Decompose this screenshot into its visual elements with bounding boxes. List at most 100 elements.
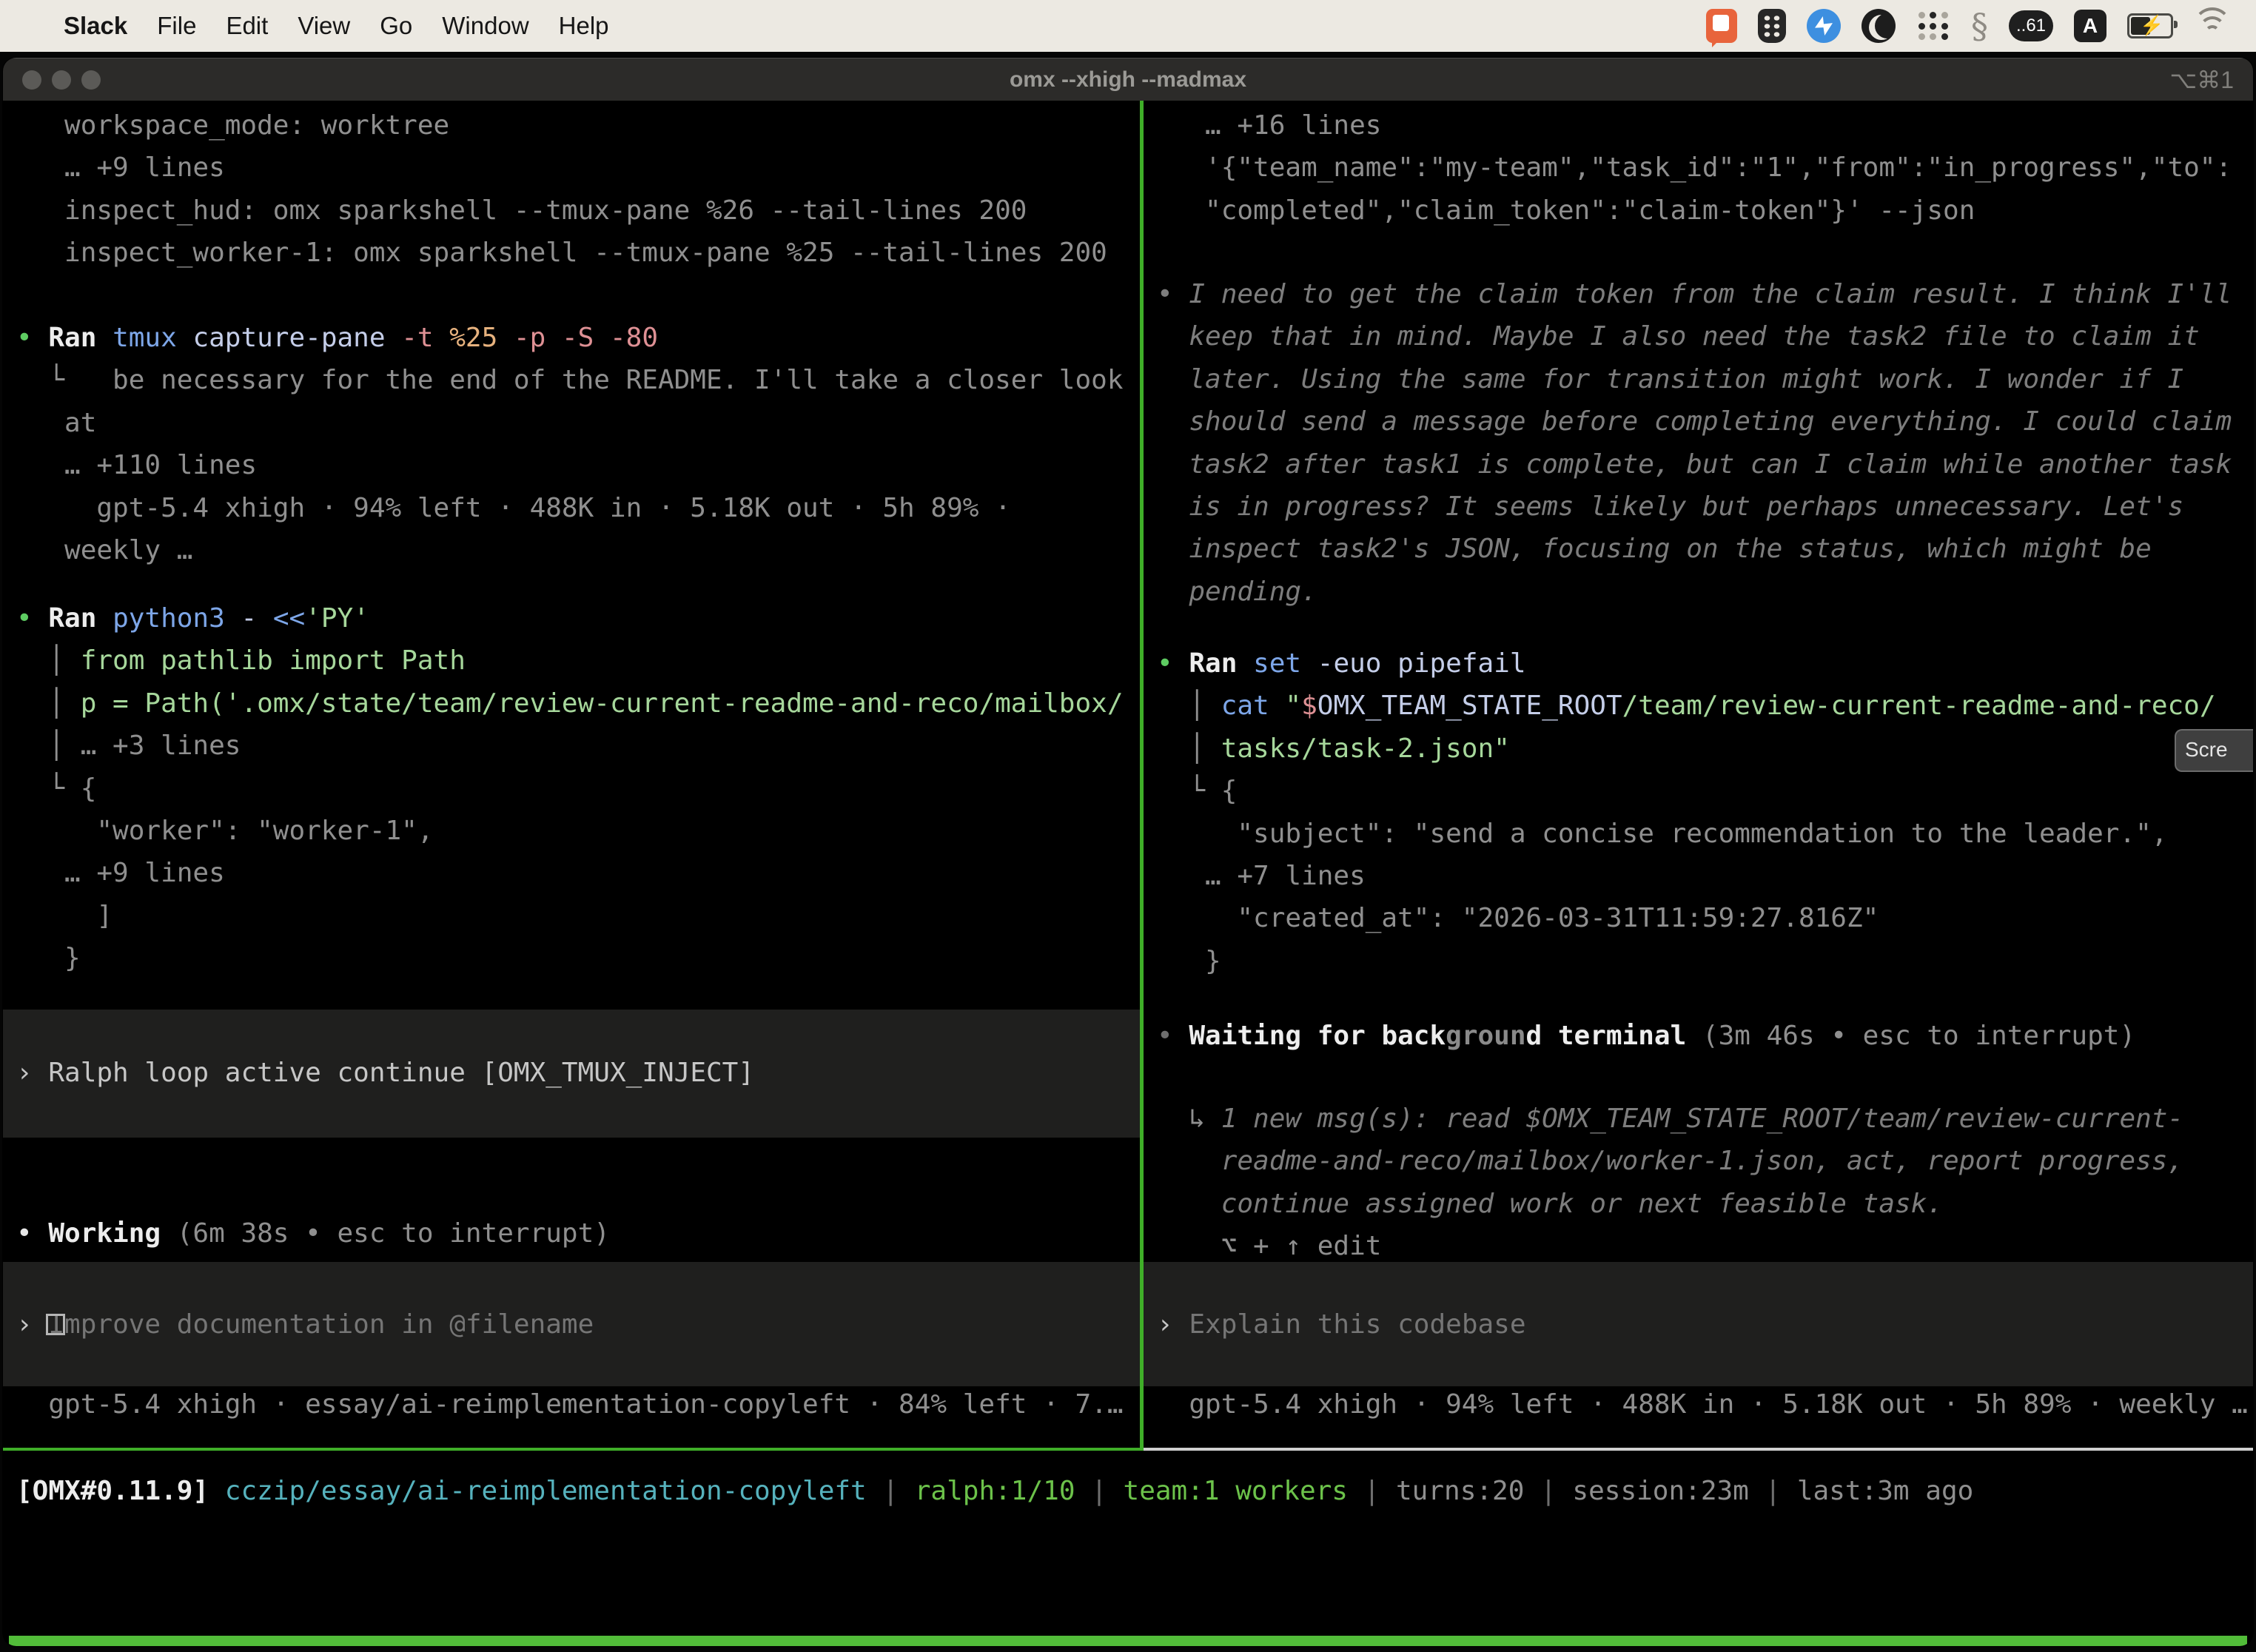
terminal-text-segment: inspect_hud: omx sparkshell --tmux-pane …: [16, 195, 1027, 226]
terminal-line: gpt-5.4 xhigh · 94% left · 488K in · 5.1…: [16, 487, 1140, 529]
right-prompt-input[interactable]: › Explain this codebase: [1144, 1303, 2253, 1346]
terminal-text-segment: I need to get the claim token from the c…: [1189, 279, 2232, 309]
menu-item-file[interactable]: File: [142, 12, 211, 40]
terminal-text-segment: Waiting for back: [1189, 1021, 1446, 1051]
terminal-text-segment: Working: [48, 1218, 176, 1249]
terminal-text-segment: turns:20: [1396, 1476, 1524, 1506]
terminal-line: [OMX#0.11.9] cczip/essay/ai-reimplementa…: [16, 1470, 2253, 1512]
terminal-text-segment: at: [16, 408, 96, 438]
menu-item-view[interactable]: View: [283, 12, 365, 40]
terminal-text-segment: ": [1285, 691, 1301, 721]
terminal-line: › Ralph loop active continue [OMX_TMUX_I…: [16, 1052, 1140, 1094]
terminal-text-segment: -: [241, 603, 272, 634]
terminal-text-segment: should send a message before completing …: [1157, 406, 2232, 437]
usage-badge-icon[interactable]: ..61: [2009, 9, 2053, 43]
terminal-line: is in progress? It seems likely but perh…: [1157, 486, 2253, 528]
terminal-text-segment: ›: [16, 1058, 48, 1088]
terminal-text-segment: "subject": "send a concise recommendatio…: [1157, 819, 2167, 849]
window-shortcut-hint: ⌥⌘1: [2169, 66, 2234, 94]
terminal-text-segment: /team/review-current-readme-and-reco/: [1622, 691, 2216, 721]
dots-grid-icon[interactable]: [1916, 9, 1950, 43]
menu-item-go[interactable]: Go: [365, 12, 427, 40]
tmux-status-bar: [omx-cczip0:bash* "MacBook-Pro-44.local"…: [9, 1636, 2247, 1646]
terminal-line: }: [1157, 940, 2253, 982]
terminal-text-segment: <<: [273, 603, 305, 634]
right-terminal-pane[interactable]: … +16 lines '{"team_name":"my-team","tas…: [1144, 101, 2253, 1448]
menu-item-edit[interactable]: Edit: [211, 12, 283, 40]
terminal-line: gpt-5.4 xhigh · essay/ai-reimplementatio…: [16, 1383, 1140, 1426]
wifi-icon[interactable]: [2194, 9, 2231, 43]
terminal-text-segment: ›: [1157, 1309, 1189, 1340]
config-dump-block: workspace_mode: worktree … +9 lines insp…: [3, 104, 1140, 275]
messenger-icon[interactable]: [1807, 9, 1841, 43]
terminal-text-segment: Ran: [48, 603, 113, 634]
terminal-text-segment: from pathlib import Path: [81, 645, 466, 676]
terminal-line: │ … +3 lines: [16, 725, 1140, 767]
terminal-line: inspect_worker-1: omx sparkshell --tmux-…: [16, 232, 1140, 274]
moon-focus-icon[interactable]: [1861, 9, 1896, 43]
kraken-icon[interactable]: §: [1971, 9, 1988, 43]
terminal-text-segment: session:23m: [1572, 1476, 1748, 1506]
screen-record-status-icon[interactable]: [1706, 9, 1737, 43]
terminal-line: later. Using the same for transition mig…: [1157, 358, 2253, 400]
terminal-text-segment: I: [48, 1309, 64, 1340]
terminal-line: • Ran python3 - <<'PY': [16, 597, 1140, 639]
terminal-line: … +110 lines: [16, 444, 1140, 486]
terminal-line: "completed","claim_token":"claim-token"}…: [1157, 189, 2253, 232]
cat-task-json-block: • Ran set -euo pipefail │ cat "$OMX_TEAM…: [1144, 642, 2253, 982]
terminal-text-segment: └ {: [1157, 776, 1237, 806]
window-title: omx --xhigh --madmax: [3, 67, 2253, 93]
window-titlebar[interactable]: omx --xhigh --madmax ⌥⌘1: [3, 58, 2253, 101]
terminal-line: └ be necessary for the end of the README…: [16, 359, 1140, 401]
terminal-text-segment: mprove documentation in @filename: [64, 1309, 594, 1340]
terminal-line: inspect_hud: omx sparkshell --tmux-pane …: [16, 189, 1140, 232]
terminal-text-segment: … +9 lines: [16, 858, 225, 888]
left-prompt-input[interactable]: › Improve documentation in @filename: [3, 1303, 1140, 1346]
menu-item-window[interactable]: Window: [427, 12, 543, 40]
terminal-text-segment: gpt-5.4 xhigh · essay/ai-reimplementatio…: [16, 1389, 1124, 1420]
left-terminal-pane[interactable]: workspace_mode: worktree … +9 lines insp…: [3, 101, 1140, 1448]
input-source-icon[interactable]: A: [2074, 9, 2106, 43]
terminal-line: pending.: [1157, 571, 2253, 613]
terminal-text-segment: -p -S -80: [514, 323, 658, 353]
terminal-text-segment: cczip/essay/ai-reimplementation-copyleft: [225, 1476, 867, 1506]
terminal-text-segment: d terminal: [1526, 1021, 1702, 1051]
terminal-line: … +9 lines: [16, 147, 1140, 189]
terminal-text-segment: •: [1157, 279, 1189, 309]
working-status-line: • Working (6m 38s • esc to interrupt): [3, 1212, 1140, 1255]
terminal-line: └ {: [1157, 770, 2253, 812]
terminal-text-segment: capture-pane: [192, 323, 401, 353]
terminal-content: workspace_mode: worktree … +9 lines insp…: [3, 101, 2253, 1646]
terminal-text-segment: gpt-5.4 xhigh · 94% left · 488K in · 5.1…: [1157, 1389, 2248, 1420]
terminal-text-segment: }: [16, 943, 81, 973]
terminal-text-segment: team:1 workers: [1124, 1476, 1348, 1506]
terminal-text-segment: |: [1524, 1476, 1572, 1506]
desktop: SlackFileEditViewGoWindowHelp § ..61 A ⚡…: [0, 0, 2256, 1652]
menu-item-help[interactable]: Help: [544, 12, 624, 40]
menu-bar: SlackFileEditViewGoWindowHelp § ..61 A ⚡: [0, 0, 2256, 52]
pane-divider[interactable]: [1140, 101, 1144, 1451]
terminal-line: keep that in mind. Maybe I also need the…: [1157, 315, 2253, 357]
terminal-text-segment: (6m 38s • esc to interrupt): [177, 1218, 610, 1249]
terminal-text-segment: … +9 lines: [16, 152, 225, 183]
terminal-line: ↳ 1 new msg(s): read $OMX_TEAM_STATE_ROO…: [1157, 1098, 2253, 1140]
terminal-text-segment: set: [1253, 648, 1317, 679]
terminal-line: └ {: [16, 768, 1140, 810]
shield-grid-icon[interactable]: [1758, 9, 1786, 43]
terminal-text-segment: ⌥ + ↑ edit: [1157, 1231, 1381, 1261]
menu-item-slack[interactable]: Slack: [64, 12, 142, 40]
mailbox-message-block: ↳ 1 new msg(s): read $OMX_TEAM_STATE_ROO…: [1144, 1098, 2253, 1268]
terminal-window: omx --xhigh --madmax ⌥⌘1 workspace_mode:…: [3, 58, 2253, 1646]
battery-icon[interactable]: ⚡: [2127, 9, 2173, 43]
terminal-line: … +7 lines: [1157, 855, 2253, 897]
terminal-line: │ cat "$OMX_TEAM_STATE_ROOT/team/review-…: [1157, 685, 2253, 727]
terminal-text-segment: └ {: [16, 773, 96, 804]
terminal-text-segment: keep that in mind. Maybe I also need the…: [1157, 321, 2200, 352]
terminal-line: "created_at": "2026-03-31T11:59:27.816Z": [1157, 897, 2253, 939]
terminal-line: weekly …: [16, 529, 1140, 571]
terminal-text-segment: │: [1157, 733, 1221, 764]
terminal-text-segment: "worker": "worker-1",: [16, 816, 434, 846]
terminal-text-segment: ↳: [1157, 1104, 1221, 1134]
terminal-text-segment: pending.: [1157, 577, 1317, 607]
terminal-line: gpt-5.4 xhigh · 94% left · 488K in · 5.1…: [1157, 1383, 2253, 1426]
